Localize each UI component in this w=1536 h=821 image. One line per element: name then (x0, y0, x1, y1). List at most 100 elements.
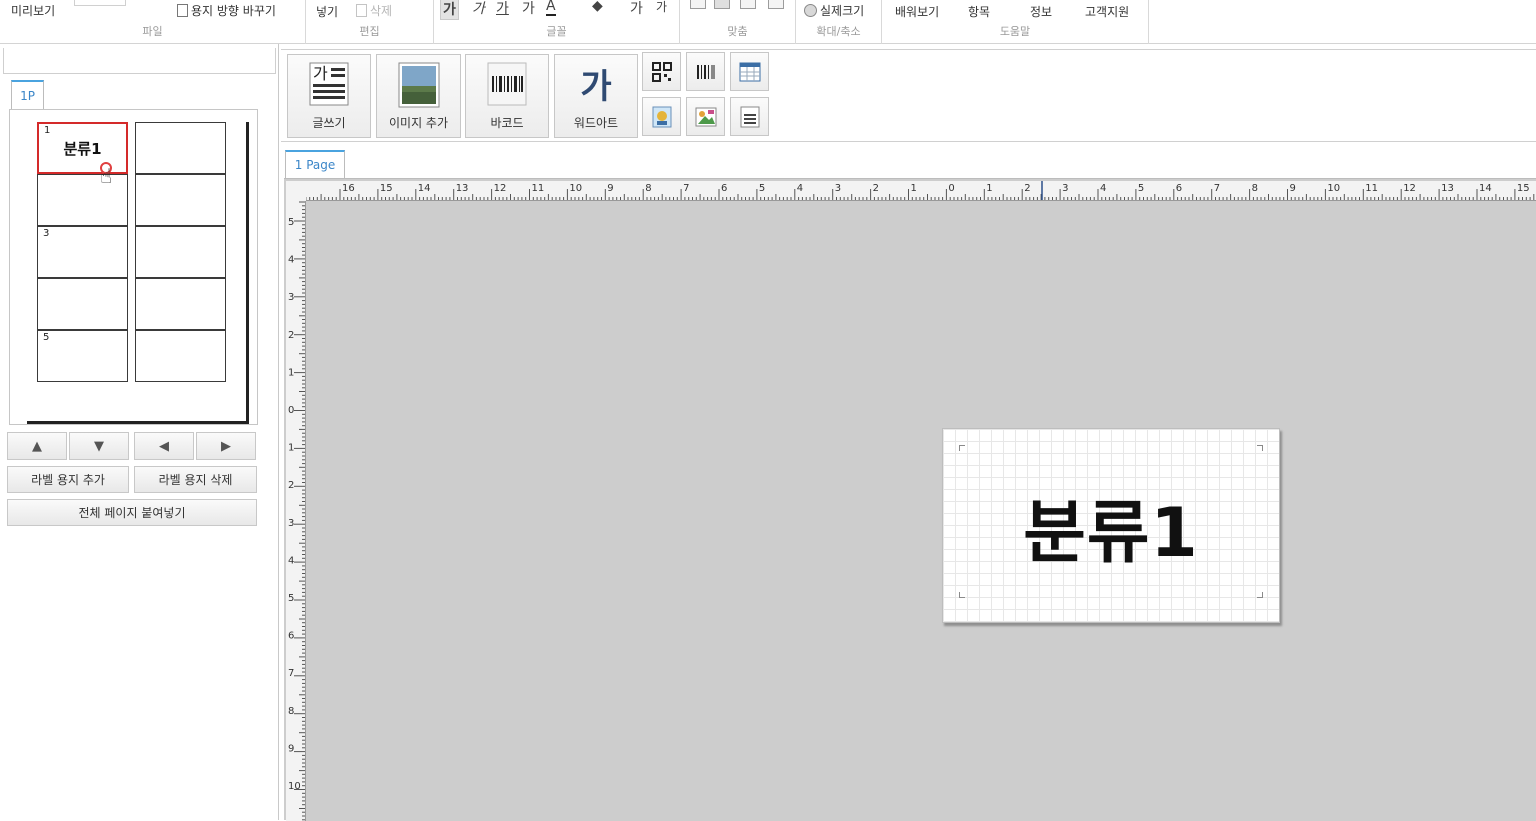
clipart-button[interactable] (686, 97, 725, 136)
align-top-icon[interactable] (768, 0, 784, 9)
margin-corner-tl (959, 445, 965, 451)
document-view: 16 15 14 13 12 11 10 9 8 7 6 5 4 3 2 1 0 1 2 3 4 5 6 7 8 9 10 11 12 1… (284, 178, 1536, 821)
ribbon-group-align: 맞춤 (680, 0, 796, 44)
collapsed-control[interactable] (74, 0, 126, 6)
label-text-object[interactable]: 분류1 (943, 477, 1279, 576)
label-cell[interactable] (135, 226, 226, 278)
wordart-label: 워드아트 (573, 116, 619, 130)
preview-label: 미리보기 (11, 4, 56, 18)
insert-label: 넣기 (316, 5, 339, 19)
table-button[interactable] (730, 52, 769, 91)
ruler-label: 9 (288, 743, 294, 754)
underline-button[interactable]: 가 (496, 0, 509, 18)
margin-corner-bl (959, 592, 965, 598)
shape-button[interactable] (642, 97, 681, 136)
ruler-label: 4 (288, 255, 294, 266)
ruler-label: 4 (797, 183, 803, 194)
ruler-label: 2 (873, 183, 879, 194)
support-button[interactable]: 고객지원 (1085, 3, 1129, 20)
design-canvas[interactable]: 분류1 (306, 201, 1536, 821)
font-color-button[interactable]: A (546, 0, 556, 16)
qr-code-button[interactable] (642, 52, 681, 91)
ruler-label: 2 (288, 330, 294, 341)
ruler-label: 5 (288, 217, 294, 228)
ruler-label: 15 (1517, 183, 1530, 194)
right-arrow-icon: ▶ (221, 438, 231, 454)
label-cell[interactable] (135, 330, 226, 382)
delete-button[interactable]: 삭제 (356, 2, 392, 19)
info-button[interactable]: 정보 (1030, 3, 1052, 20)
ribbon-group-help-label: 도움말 (999, 25, 1031, 38)
shrink-font-button[interactable]: 가 (656, 0, 667, 15)
info-label: 정보 (1030, 5, 1053, 19)
move-right-button[interactable]: ▶ (196, 432, 256, 460)
ruler-label: 5 (1138, 183, 1144, 194)
actual-size-button[interactable]: 실제크기 (804, 2, 864, 19)
label-cell[interactable]: 5 (37, 330, 128, 382)
bold-button[interactable]: 가 (440, 0, 459, 20)
page-navigator-panel: 1P 1 분류1 3 5 ☝ ▲ ▼ ◀ ▶ 라벨 용지 추가 라벨 용지 삭제 전체 … (0, 44, 279, 820)
wordart-button[interactable]: 가 워드아트 (554, 54, 638, 138)
lines-button[interactable] (730, 97, 769, 136)
paper-orientation-button[interactable]: 용지 방향 바꾸기 (177, 2, 276, 19)
ruler-label: 7 (1214, 183, 1220, 194)
ruler-label: 15 (380, 183, 393, 194)
ruler-label: 1 (986, 183, 992, 194)
write-text-button[interactable]: 가 글쓰기 (287, 54, 371, 138)
strike-button[interactable]: 가 (522, 0, 535, 18)
move-down-button[interactable]: ▼ (69, 432, 129, 460)
label-cell[interactable] (135, 122, 226, 174)
actual-size-icon (804, 4, 817, 17)
ruler-label: 1 (911, 183, 917, 194)
barcode-label: 바코드 (490, 116, 524, 130)
ruler-label: 0 (288, 405, 294, 416)
ruler-label: 14 (1479, 183, 1492, 194)
barcode-button[interactable]: 바코드 (465, 54, 549, 138)
learn-label: 배워보기 (895, 5, 940, 19)
down-arrow-icon: ▼ (94, 438, 104, 454)
label-cell[interactable]: 1 분류1 (37, 122, 128, 174)
ruler-label: 2 (288, 480, 294, 491)
ruler-label: 10 (288, 781, 301, 792)
paste-all-pages-button[interactable]: 전체 페이지 붙여넣기 (7, 499, 257, 526)
label-canvas[interactable]: 분류1 (942, 428, 1280, 623)
delete-label-sheet-label: 라벨 용지 삭제 (158, 473, 233, 487)
ribbon-group-font-label: 글꼴 (546, 25, 567, 38)
delete-label: 삭제 (370, 4, 393, 18)
label-cell[interactable] (135, 174, 226, 226)
label-cell-number: 1 (44, 125, 51, 136)
ruler-label: 10 (1327, 183, 1340, 194)
tab-1-page[interactable]: 1 Page (285, 150, 345, 179)
tab-page-1[interactable]: 1P (11, 80, 44, 110)
add-label-sheet-button[interactable]: 라벨 용지 추가 (7, 466, 129, 493)
insert-button[interactable]: 넣기 (316, 3, 338, 20)
ruler-label: 16 (342, 183, 355, 194)
italic-button[interactable]: 가 (472, 0, 485, 18)
trash-icon (356, 4, 367, 17)
ruler-label: 10 (569, 183, 582, 194)
preview-button[interactable]: 미리보기 (11, 2, 55, 19)
ruler-label: 1 (288, 443, 294, 454)
fill-color-button[interactable]: ◆ (592, 0, 603, 14)
label-cell[interactable] (37, 174, 128, 226)
label-cell[interactable] (37, 278, 128, 330)
ribbon-group-align-label: 맞춤 (727, 25, 748, 38)
learn-button[interactable]: 배워보기 (895, 3, 939, 20)
align-left-icon[interactable] (690, 0, 706, 9)
vertical-barcode-button[interactable] (686, 52, 725, 91)
label-cell[interactable] (135, 278, 226, 330)
label-cell[interactable]: 3 (37, 226, 128, 278)
align-center-icon[interactable] (714, 0, 730, 9)
move-up-button[interactable]: ▲ (7, 432, 67, 460)
ribbon-group-zoom: 실제크기 확대/축소 (796, 0, 882, 44)
grow-font-button[interactable]: 가 (630, 0, 643, 18)
ruler-label: 9 (607, 183, 613, 194)
align-right-icon[interactable] (740, 0, 756, 9)
ruler-corner (286, 181, 306, 201)
items-button[interactable]: 항목 (968, 3, 990, 20)
add-image-button[interactable]: 이미지 추가 (376, 54, 461, 138)
label-cell-number: 5 (43, 332, 50, 343)
move-left-button[interactable]: ◀ (134, 432, 194, 460)
document-lines-icon (740, 106, 759, 127)
delete-label-sheet-button[interactable]: 라벨 용지 삭제 (134, 466, 257, 493)
